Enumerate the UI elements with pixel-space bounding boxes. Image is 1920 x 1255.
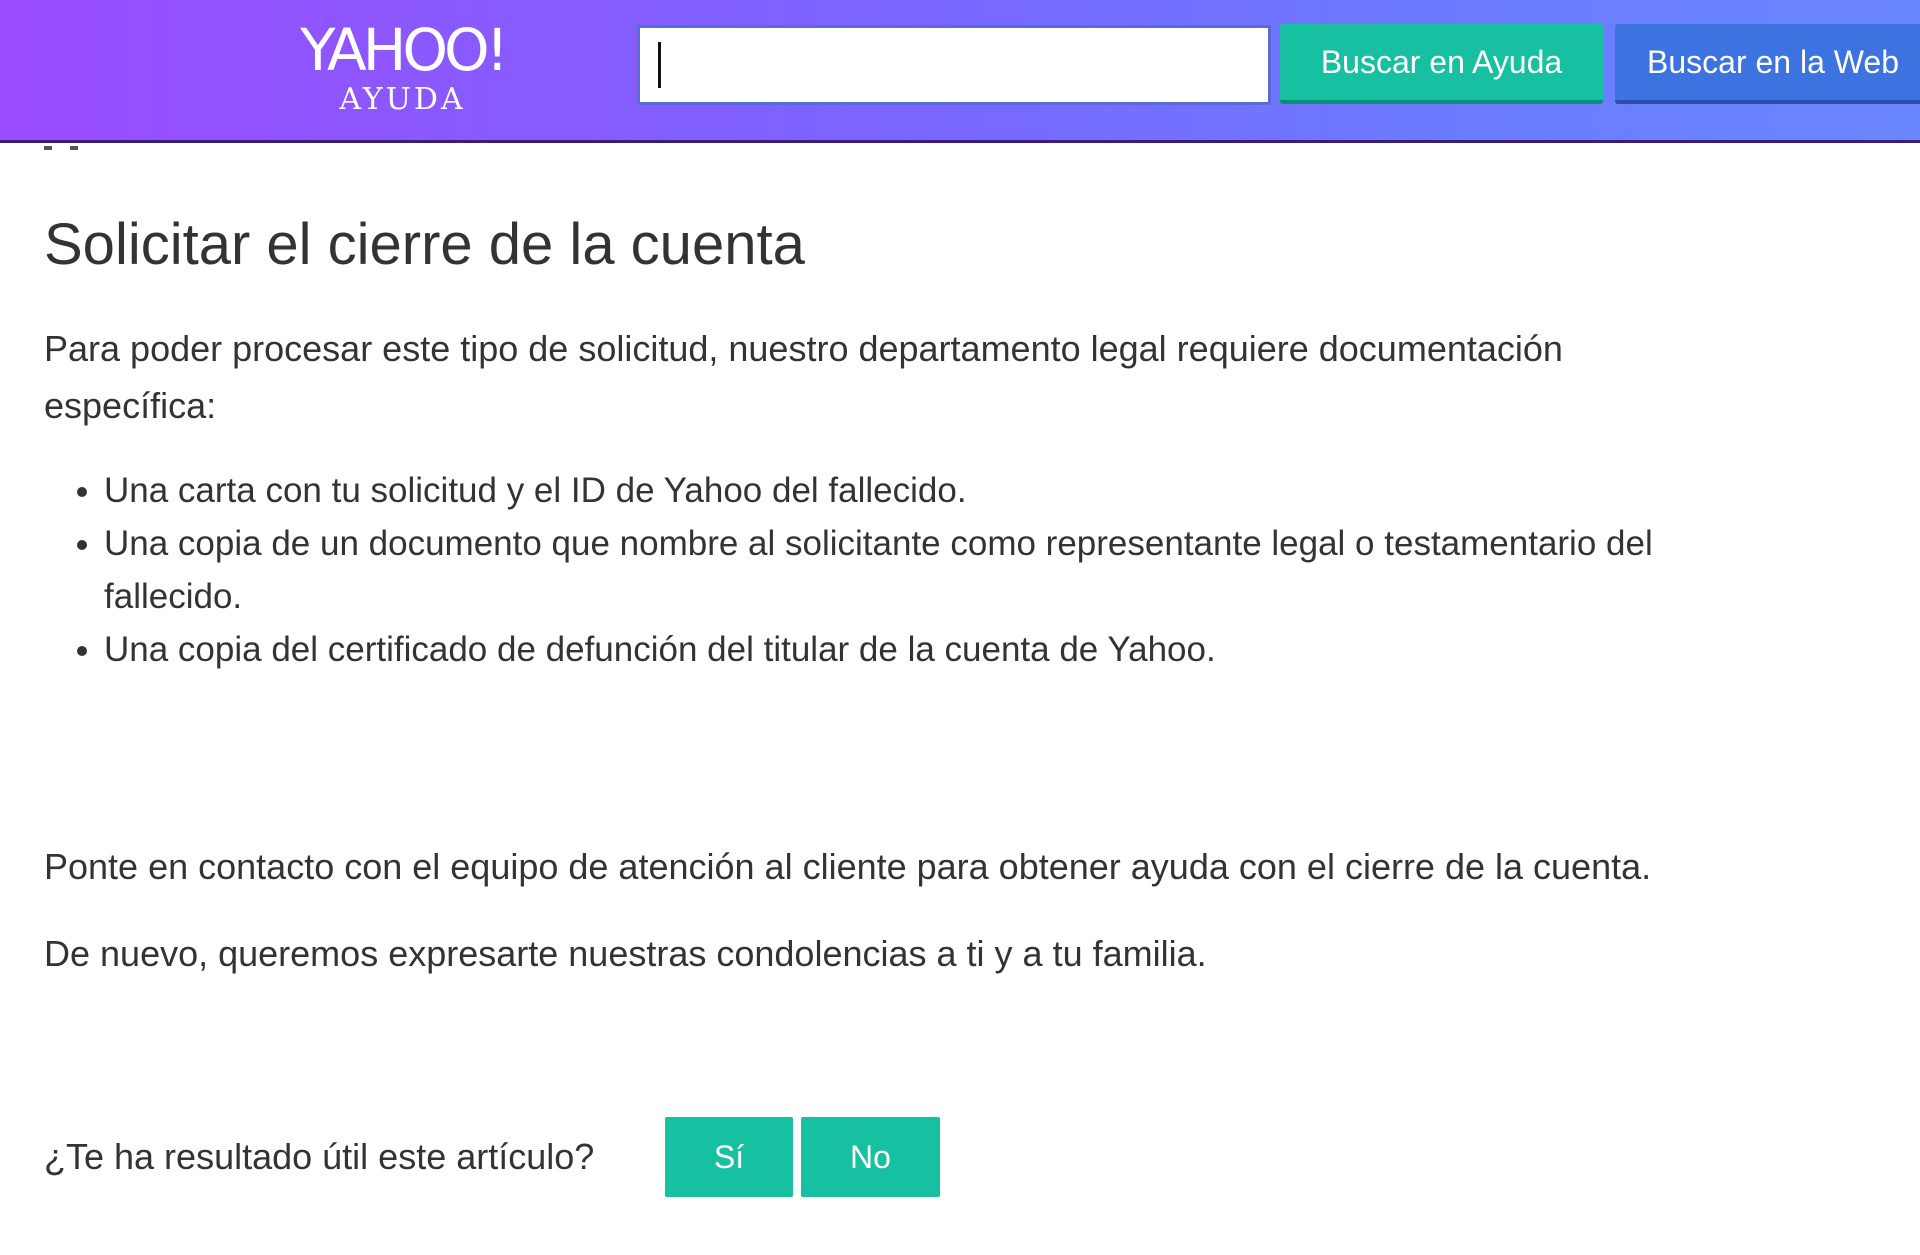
requirements-list: Una carta con tu solicitud y el ID de Ya… (44, 464, 1684, 676)
feedback-yes-button[interactable]: Sí (665, 1117, 793, 1197)
search-help-button[interactable]: Buscar en Ayuda (1280, 24, 1603, 104)
logo-subtitle: AYUDA (339, 82, 466, 117)
feedback-section: ¿Te ha resultado útil este artículo? Sí … (44, 1117, 1044, 1197)
contact-paragraph: Ponte en contacto con el equipo de atenc… (44, 846, 1652, 887)
logo-wordmark: YAHOO! (300, 16, 509, 84)
list-item: Una copia del certificado de defunción d… (104, 623, 1684, 676)
list-item: Una carta con tu solicitud y el ID de Ya… (104, 464, 1684, 517)
feedback-question: ¿Te ha resultado útil este artículo? (44, 1136, 595, 1177)
search-web-button[interactable]: Buscar en la Web (1615, 24, 1920, 104)
feedback-no-button[interactable]: No (801, 1117, 940, 1197)
page-title: Solicitar el cierre de la cuenta (44, 212, 805, 277)
condolences-paragraph: De nuevo, queremos expresarte nuestras c… (44, 933, 1207, 974)
intro-paragraph: Para poder procesar este tipo de solicit… (44, 328, 1563, 426)
header-bar: YAHOO! AYUDA Buscar en Ayuda Buscar en l… (0, 0, 1920, 143)
breadcrumb-fragment (44, 146, 52, 150)
list-item: Una copia de un documento que nombre al … (104, 517, 1684, 623)
breadcrumb (44, 137, 104, 151)
article-body: Solicitar el cierre de la cuenta Para po… (44, 200, 1684, 982)
search-input[interactable] (637, 25, 1271, 105)
text-cursor (658, 42, 661, 88)
yahoo-help-logo[interactable]: YAHOO! AYUDA (290, 18, 515, 117)
breadcrumb-fragment (70, 146, 78, 150)
